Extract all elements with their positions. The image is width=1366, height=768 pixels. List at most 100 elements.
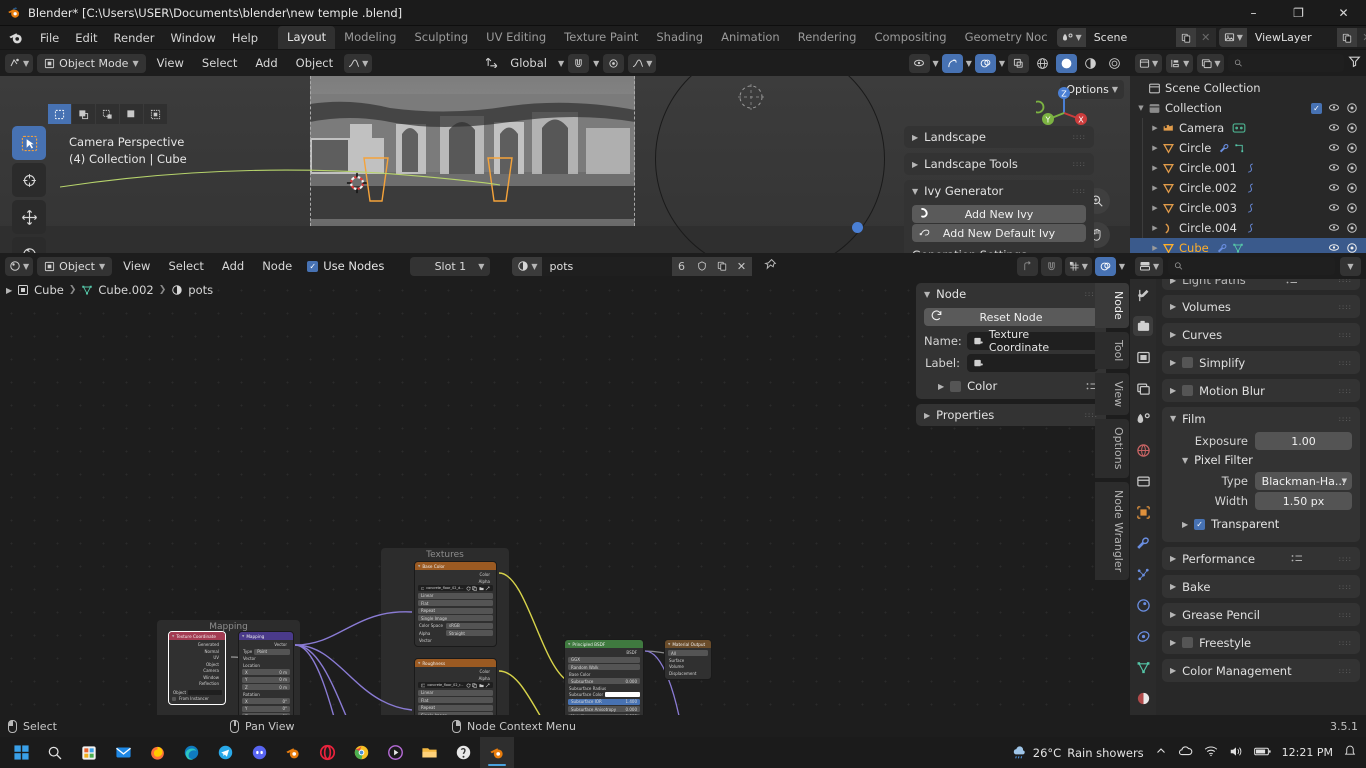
- subsection-pixel-filter-header[interactable]: ▼ Pixel Filter: [1162, 450, 1360, 470]
- breadcrumb-mesh[interactable]: Cube.002: [98, 283, 153, 297]
- outliner-search-field[interactable]: [1248, 56, 1338, 70]
- firefox-app-icon[interactable]: [140, 737, 174, 768]
- outliner-item-circle-001[interactable]: ▶ Circle.001: [1130, 158, 1366, 178]
- outliner-scene-collection[interactable]: Scene Collection: [1130, 78, 1366, 98]
- tab-modifiers[interactable]: [1133, 533, 1153, 553]
- outliner-collection[interactable]: ▼ Collection ✓: [1130, 98, 1366, 118]
- node-header[interactable]: ▼ Principled BSDF: [565, 640, 643, 648]
- expand-triangle-icon[interactable]: ▼: [1134, 104, 1148, 112]
- tab-physics[interactable]: [1133, 595, 1153, 615]
- workspace-tab-texture-paint[interactable]: Texture Paint: [555, 26, 647, 49]
- pin-icon[interactable]: [763, 258, 777, 274]
- node-color-checkbox[interactable]: [950, 380, 962, 392]
- socket-base-color[interactable]: Base Color: [568, 672, 640, 677]
- collapse-icon[interactable]: ▼: [418, 661, 420, 665]
- subsurface-slider[interactable]: Subsurface 0.000: [568, 678, 640, 684]
- tab-view-layer[interactable]: [1133, 378, 1153, 398]
- scene-selector[interactable]: ▼ Scene ✕: [1056, 28, 1216, 47]
- breadcrumb-material[interactable]: pots: [188, 283, 213, 297]
- expand-triangle-icon[interactable]: ▶: [1148, 144, 1162, 152]
- shader-menu-view[interactable]: View: [116, 257, 157, 275]
- tab-collection[interactable]: [1133, 471, 1153, 491]
- drag-dots-icon[interactable]: ::::: [1339, 303, 1352, 310]
- socket-color-out[interactable]: Color: [418, 669, 493, 674]
- visibility-eye-icon[interactable]: [908, 53, 930, 73]
- network-icon[interactable]: [1204, 745, 1218, 760]
- remove-viewlayer-button[interactable]: ✕: [1356, 28, 1366, 47]
- viewlayer-selector[interactable]: ▼ ViewLayer ✕: [1218, 28, 1366, 47]
- material-icon[interactable]: ▼: [512, 256, 542, 276]
- show-hidden-icons[interactable]: [1155, 745, 1167, 760]
- location-x[interactable]: X 0 m: [242, 669, 290, 675]
- properties-search-field[interactable]: [1188, 259, 1329, 273]
- select-box-icon[interactable]: [48, 104, 71, 124]
- type-value[interactable]: Blackman-Ha... ▼: [1255, 472, 1352, 490]
- snipping-tool-icon[interactable]: [446, 737, 480, 768]
- overlays-toggle-icon[interactable]: [974, 53, 996, 73]
- unlink-icon[interactable]: [485, 586, 490, 591]
- workspace-tab-sculpting[interactable]: Sculpting: [405, 26, 477, 49]
- tab-scene[interactable]: [1133, 409, 1153, 429]
- drag-dots-icon[interactable]: ::::: [1073, 134, 1086, 141]
- eye-icon[interactable]: [1328, 203, 1340, 213]
- camera-render-icon[interactable]: [1346, 222, 1358, 234]
- socket-window[interactable]: Window: [172, 675, 222, 680]
- node-image-texture-roughness[interactable]: ▼ Roughness Color Alpha concrete_floor_0…: [414, 658, 497, 715]
- select-intersect-icon[interactable]: [144, 104, 167, 124]
- node-label-field[interactable]: [967, 354, 1098, 372]
- discord-app-icon[interactable]: [242, 737, 276, 768]
- shader-menu-select[interactable]: Select: [161, 257, 210, 275]
- eye-icon[interactable]: [1328, 163, 1340, 173]
- delete-scene-button[interactable]: ✕: [1195, 28, 1216, 47]
- collection-checkbox[interactable]: ✓: [1311, 102, 1322, 114]
- new-viewlayer-button[interactable]: [1336, 28, 1357, 47]
- camera-render-icon[interactable]: [1346, 202, 1358, 214]
- outliner-item-circle[interactable]: ▶ Circle: [1130, 138, 1366, 158]
- outliner-search-input[interactable]: [1228, 54, 1344, 72]
- opera-app-icon[interactable]: [310, 737, 344, 768]
- node-mapping[interactable]: ▼ Mapping Vector Type Point Vector Locat…: [238, 631, 294, 715]
- blender-menu-icon[interactable]: [8, 29, 25, 47]
- drag-dots-icon[interactable]: ::::: [1339, 359, 1352, 366]
- camera-render-icon[interactable]: [1346, 142, 1358, 154]
- select-subtract-icon[interactable]: [96, 104, 119, 124]
- node-image-texture-base-color[interactable]: ▼ Base Color Color Alpha concrete_floor_…: [414, 561, 497, 647]
- expand-triangle-icon[interactable]: ▶: [1148, 204, 1162, 212]
- interpolation-row[interactable]: Linear: [418, 689, 493, 696]
- section-curves[interactable]: ▶ Curves ::::: [1162, 323, 1360, 346]
- outliner-editor-type[interactable]: ▼: [1135, 53, 1163, 73]
- subsurface-anisotropy-slider[interactable]: Subsurface Anisotropy 0.000: [568, 706, 640, 712]
- tab-tool[interactable]: [1133, 285, 1153, 305]
- tool-move[interactable]: [12, 200, 46, 234]
- search-button[interactable]: [38, 737, 72, 768]
- viewlayer-name[interactable]: ViewLayer: [1246, 28, 1337, 47]
- expand-triangle-icon[interactable]: ▶: [1148, 184, 1162, 192]
- volume-icon[interactable]: [1229, 745, 1243, 761]
- node-header[interactable]: ▼ Material Output: [665, 640, 711, 648]
- expand-triangle-icon[interactable]: ▶: [1148, 164, 1162, 172]
- menu-window[interactable]: Window: [162, 28, 223, 48]
- subsurface-method-dropdown[interactable]: Random Walk: [568, 664, 640, 670]
- collapse-icon[interactable]: ▼: [172, 634, 174, 638]
- properties-editor-type[interactable]: ▼: [1135, 256, 1164, 276]
- node-name-field[interactable]: Texture Coordinate: [967, 328, 1098, 354]
- rotation-group-label[interactable]: Rotation: [242, 692, 290, 697]
- workspace-tab-uv-editing[interactable]: UV Editing: [477, 26, 555, 49]
- telegram-app-icon[interactable]: [208, 737, 242, 768]
- drag-dots-icon[interactable]: ::::: [1339, 415, 1352, 422]
- extension-row[interactable]: Repeat: [418, 704, 493, 711]
- curve-data-icon[interactable]: [1245, 222, 1256, 234]
- new-image-icon[interactable]: [472, 682, 477, 688]
- target-dropdown[interactable]: All: [668, 650, 708, 656]
- expand-triangle-icon[interactable]: ▶: [1148, 124, 1162, 132]
- viewport-menu-add[interactable]: Add: [248, 54, 284, 72]
- from-instancer-row[interactable]: From Instancer: [172, 696, 222, 701]
- close-button[interactable]: ✕: [1321, 0, 1366, 26]
- tab-constraints[interactable]: [1133, 626, 1153, 646]
- sidebar-tab-options[interactable]: Options: [1095, 419, 1129, 478]
- workspace-tab-modeling[interactable]: Modeling: [335, 26, 405, 49]
- material-slot-selector[interactable]: Slot 1 ▼: [410, 256, 491, 276]
- onedrive-icon[interactable]: [1178, 745, 1193, 760]
- camera-render-icon[interactable]: [1346, 102, 1358, 114]
- socket-object[interactable]: Object: [172, 662, 222, 667]
